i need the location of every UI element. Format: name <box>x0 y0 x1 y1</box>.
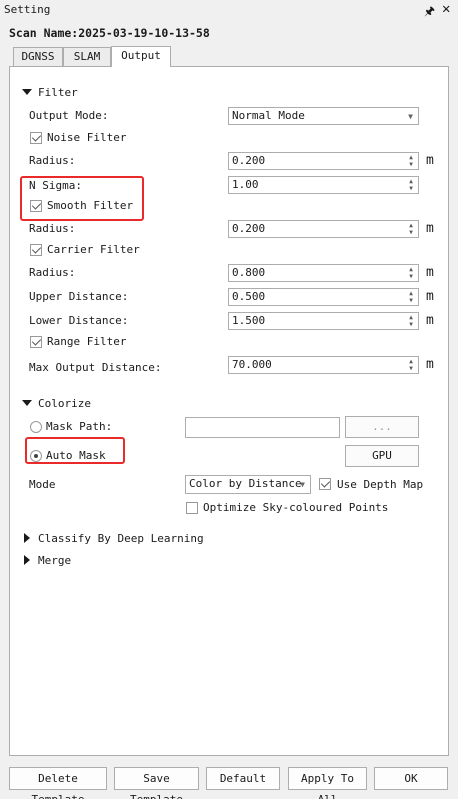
max-output-distance-label: Max Output Distance: <box>29 361 162 374</box>
optimize-sky-checkbox[interactable] <box>186 502 198 514</box>
carrier-radius-value: 0.800 <box>232 266 266 279</box>
range-filter-label: Range Filter <box>47 335 127 348</box>
max-output-distance-input[interactable]: 70.000 ▲ ▼ <box>228 356 419 374</box>
ok-button[interactable]: OK <box>374 767 448 790</box>
expand-filter-icon[interactable] <box>22 89 32 95</box>
classify-header[interactable]: Classify By Deep Learning <box>38 532 204 545</box>
noise-radius-input[interactable]: 0.200 ▲ ▼ <box>228 152 419 170</box>
carrier-radius-input[interactable]: 0.800 ▲ ▼ <box>228 264 419 282</box>
spin-arrows-icon[interactable]: ▲ ▼ <box>406 154 416 168</box>
apply-to-all-button[interactable]: Apply To All <box>288 767 367 799</box>
output-mode-select[interactable]: Normal Mode ▼ <box>228 107 419 125</box>
noise-radius-value: 0.200 <box>232 154 266 167</box>
default-button[interactable]: Default <box>206 767 280 790</box>
expand-merge-icon[interactable] <box>24 555 30 565</box>
noise-filter-checkbox[interactable] <box>30 132 42 144</box>
colorize-header[interactable]: Colorize <box>38 397 91 410</box>
lower-distance-input[interactable]: 1.500 ▲ ▼ <box>228 312 419 330</box>
delete-template-button[interactable]: Delete Template <box>9 767 107 799</box>
gpu-button[interactable]: GPU <box>345 445 419 467</box>
mask-path-input[interactable] <box>185 417 340 438</box>
carrier-filter-label: Carrier Filter <box>47 243 140 256</box>
highlight-box-automask <box>25 437 125 464</box>
max-output-distance-unit: m <box>426 357 434 372</box>
spin-arrows-icon[interactable]: ▲ ▼ <box>406 290 416 304</box>
use-depth-map-checkbox[interactable] <box>319 478 331 490</box>
close-icon[interactable]: ✕ <box>442 1 450 17</box>
spin-arrows-icon[interactable]: ▲ ▼ <box>406 358 416 372</box>
save-template-button[interactable]: Save Template <box>114 767 199 799</box>
noise-radius-label: Radius: <box>29 154 76 167</box>
highlight-box-nsigma <box>20 176 144 221</box>
smooth-radius-value: 0.200 <box>232 222 266 235</box>
mode-select[interactable]: Color by Distance ▼ <box>185 475 311 494</box>
carrier-radius-unit: m <box>426 265 434 280</box>
upper-distance-value: 0.500 <box>232 290 266 303</box>
tab-dgnss[interactable]: DGNSS <box>13 47 63 67</box>
n-sigma-input[interactable]: 1.00 ▲ ▼ <box>228 176 419 194</box>
output-mode-value: Normal Mode <box>232 109 305 122</box>
spin-arrows-icon[interactable]: ▲ ▼ <box>406 314 416 328</box>
upper-distance-unit: m <box>426 289 434 304</box>
noise-radius-unit: m <box>426 153 434 168</box>
noise-filter-label: Noise Filter <box>47 131 127 144</box>
tab-slam[interactable]: SLAM <box>63 47 111 67</box>
lower-distance-value: 1.500 <box>232 314 266 327</box>
mode-value: Color by Distance <box>189 477 302 490</box>
optimize-sky-label: Optimize Sky-coloured Points <box>203 501 389 514</box>
scan-name: Scan Name:2025-03-19-10-13-58 <box>9 26 210 40</box>
output-mode-label: Output Mode: <box>29 109 109 122</box>
use-depth-map-label: Use Depth Map <box>337 478 424 491</box>
upper-distance-label: Upper Distance: <box>29 290 129 303</box>
n-sigma-value: 1.00 <box>232 178 259 191</box>
smooth-radius-label: Radius: <box>29 222 76 235</box>
mask-path-radio[interactable] <box>30 421 42 433</box>
filter-header[interactable]: Filter <box>38 86 78 99</box>
lower-distance-label: Lower Distance: <box>29 314 129 327</box>
carrier-radius-label: Radius: <box>29 266 76 279</box>
range-filter-checkbox[interactable] <box>30 336 42 348</box>
browse-button[interactable]: ... <box>345 416 419 438</box>
expand-colorize-icon[interactable] <box>22 400 32 406</box>
max-output-distance-value: 70.000 <box>232 358 272 371</box>
chevron-down-icon: ▼ <box>408 112 413 121</box>
window-title: Setting <box>4 3 51 16</box>
chevron-down-icon: ▼ <box>300 480 305 489</box>
upper-distance-input[interactable]: 0.500 ▲ ▼ <box>228 288 419 306</box>
pin-icon[interactable]: 🖈 <box>424 2 435 23</box>
merge-header[interactable]: Merge <box>38 554 71 567</box>
spin-arrows-icon[interactable]: ▲ ▼ <box>406 266 416 280</box>
expand-classify-icon[interactable] <box>24 533 30 543</box>
smooth-radius-unit: m <box>426 221 434 236</box>
spin-arrows-icon[interactable]: ▲ ▼ <box>406 178 416 192</box>
mode-label: Mode <box>29 478 56 491</box>
tab-output[interactable]: Output <box>111 46 171 67</box>
lower-distance-unit: m <box>426 313 434 328</box>
spin-arrows-icon[interactable]: ▲ ▼ <box>406 222 416 236</box>
carrier-filter-checkbox[interactable] <box>30 244 42 256</box>
mask-path-label: Mask Path: <box>46 420 113 433</box>
smooth-radius-input[interactable]: 0.200 ▲ ▼ <box>228 220 419 238</box>
